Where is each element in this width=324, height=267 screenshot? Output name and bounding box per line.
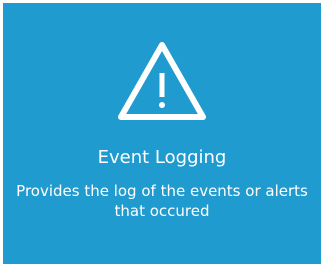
warning-triangle-icon	[118, 42, 206, 120]
warning-icon-container	[3, 41, 321, 121]
exclamation-dot	[159, 102, 165, 108]
tile-description: Provides the log of the events or alerts…	[16, 182, 308, 220]
event-logging-tile[interactable]: Event Logging Provides the log of the ev…	[3, 3, 321, 264]
exclamation-bar	[159, 73, 165, 97]
tile-title: Event Logging	[97, 147, 227, 168]
